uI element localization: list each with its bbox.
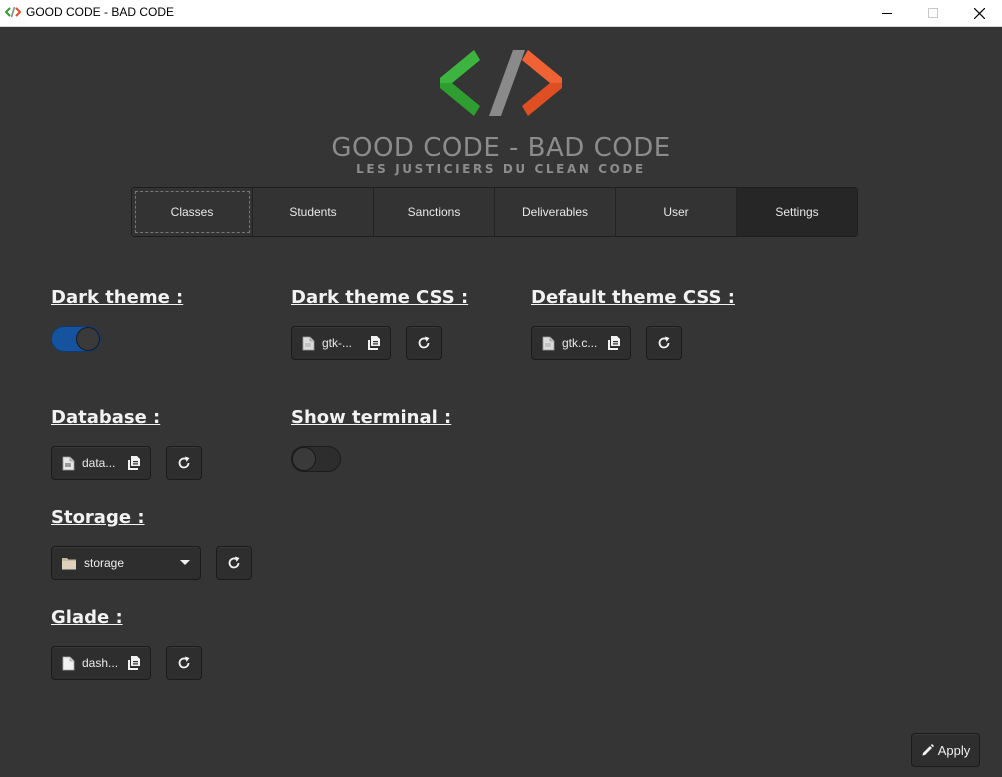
glade-reset-button[interactable] [166, 646, 202, 680]
maximize-icon [928, 8, 938, 18]
open-file-icon [368, 336, 380, 350]
logo-subtitle: LES JUSTICIERS DU CLEAN CODE [356, 162, 646, 176]
app-code-icon [5, 6, 21, 18]
show-terminal-heading: Show terminal : [291, 407, 452, 428]
file-name: gtk-... [322, 336, 353, 350]
main-tab-bar: Classes Students Sanctions Deliverables … [131, 187, 858, 237]
apply-label: Apply [937, 742, 971, 758]
file-name: dash... [82, 656, 119, 670]
close-button[interactable] [956, 0, 1002, 26]
dark-theme-heading: Dark theme : [51, 287, 184, 308]
database-file-button[interactable]: data... [51, 446, 151, 480]
tab-students[interactable]: Students [253, 188, 374, 236]
toggle-knob [292, 447, 316, 471]
open-file-icon [128, 456, 140, 470]
folder-icon [62, 558, 76, 570]
logo-title: GOOD CODE - BAD CODE [331, 133, 671, 163]
refresh-icon [658, 336, 670, 349]
refresh-icon [228, 556, 240, 569]
maximize-button[interactable] [910, 0, 956, 26]
dark-theme-css-reset-button[interactable] [406, 326, 442, 360]
default-theme-css-heading: Default theme CSS : [531, 287, 735, 308]
dark-theme-toggle[interactable] [51, 326, 101, 352]
tab-user[interactable]: User [616, 188, 737, 236]
dark-theme-css-heading: Dark theme CSS : [291, 287, 469, 308]
close-icon [973, 7, 985, 19]
window-title: GOOD CODE - BAD CODE [26, 5, 175, 19]
database-reset-button[interactable] [166, 446, 202, 480]
minimize-icon [882, 13, 892, 14]
document-icon [302, 336, 315, 350]
glade-heading: Glade : [51, 607, 123, 628]
title-bar: GOOD CODE - BAD CODE [0, 0, 1002, 27]
storage-folder-dropdown[interactable]: storage [51, 546, 201, 580]
show-terminal-toggle[interactable] [291, 446, 341, 472]
toggle-knob [76, 327, 100, 351]
storage-folder-name: storage [84, 556, 125, 570]
default-theme-css-file-button[interactable]: gtk.c... [531, 326, 631, 360]
file-name: data... [82, 456, 116, 470]
glade-file-button[interactable]: dash... [51, 646, 151, 680]
caret-down-icon [180, 560, 190, 565]
storage-reset-button[interactable] [216, 546, 252, 580]
refresh-icon [178, 656, 190, 669]
document-icon [62, 456, 75, 470]
tab-deliverables[interactable]: Deliverables [495, 188, 616, 236]
refresh-icon [178, 456, 190, 469]
refresh-icon [418, 336, 430, 349]
open-file-icon [128, 656, 140, 670]
tab-settings[interactable]: Settings [737, 188, 857, 236]
open-file-icon [608, 336, 620, 350]
default-theme-css-reset-button[interactable] [646, 326, 682, 360]
file-name: gtk.c... [562, 336, 598, 350]
document-icon [62, 656, 75, 670]
minimize-button[interactable] [864, 0, 910, 26]
storage-heading: Storage : [51, 507, 145, 528]
document-icon [542, 336, 555, 350]
apply-button[interactable]: Apply [911, 733, 980, 767]
database-heading: Database : [51, 407, 161, 428]
tab-classes[interactable]: Classes [132, 188, 253, 236]
tab-sanctions[interactable]: Sanctions [374, 188, 495, 236]
pencil-icon [922, 743, 934, 755]
logo-code-brackets-icon [440, 50, 562, 116]
dark-theme-css-file-button[interactable]: gtk-... [291, 326, 391, 360]
